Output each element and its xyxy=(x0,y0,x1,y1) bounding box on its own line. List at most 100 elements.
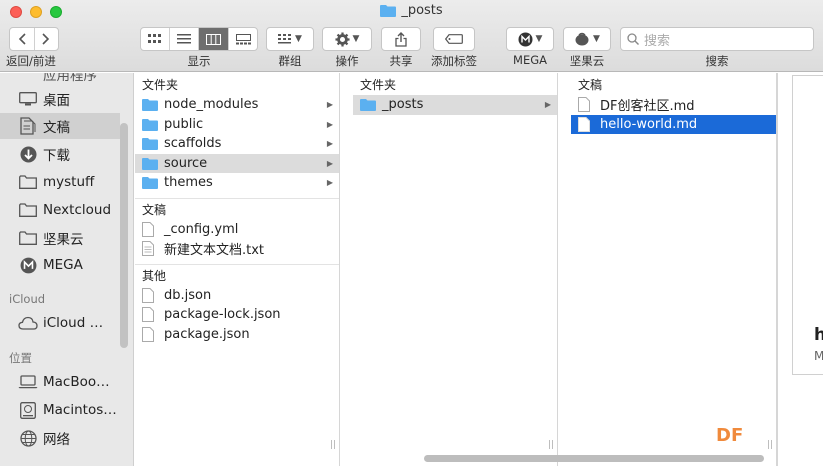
sidebar-scrollbar[interactable] xyxy=(120,123,128,348)
forward-button[interactable] xyxy=(35,28,59,50)
sidebar-item-documents[interactable]: 文稿 xyxy=(0,113,120,139)
sidebar-item-downloads[interactable]: 下载 xyxy=(0,141,120,167)
folder-row[interactable]: themes ▶ xyxy=(135,173,339,193)
documents-icon xyxy=(18,117,38,135)
file-row[interactable]: package.json xyxy=(135,325,339,345)
sidebar-item-applications[interactable]: 应用程序 xyxy=(0,73,120,87)
sidebar-item-mega[interactable]: MEGA xyxy=(0,252,120,278)
chevron-down-icon: ▼ xyxy=(295,34,302,44)
column-view-button[interactable] xyxy=(199,28,229,50)
mega-button[interactable]: ▼ xyxy=(507,28,553,50)
view-label: 显示 xyxy=(187,54,211,68)
folder-icon xyxy=(142,117,158,131)
group-dropdown[interactable]: ▼ xyxy=(266,27,314,51)
file-icon xyxy=(578,116,594,132)
nut-icon xyxy=(575,32,589,46)
chevron-right-icon: ▶ xyxy=(326,100,333,110)
chevron-right-icon: ▶ xyxy=(326,158,333,168)
file-row[interactable]: package-lock.json xyxy=(135,305,339,325)
folder-icon xyxy=(18,229,38,247)
sidebar-item-macbook[interactable]: MacBoo… xyxy=(0,369,120,395)
mega-label: MEGA xyxy=(513,53,547,67)
sidebar-item-nutstore[interactable]: 坚果云 xyxy=(0,225,120,251)
column-1-folder-head: 文件夹 xyxy=(142,77,179,92)
sidebar-item-network[interactable]: 网络 xyxy=(0,425,120,451)
horizontal-scrollbar[interactable] xyxy=(424,455,764,462)
mega-dropdown[interactable]: ▼ xyxy=(506,27,554,51)
chevron-right-icon xyxy=(42,33,50,45)
nutstore-dropdown[interactable]: ▼ xyxy=(563,27,611,51)
list-view-button[interactable] xyxy=(170,28,199,50)
file-row-selected[interactable]: hello-world.md xyxy=(571,114,776,134)
sidebar-item-macintosh-hd[interactable]: Macintos… xyxy=(0,397,120,423)
column-resize-handle[interactable]: || xyxy=(767,440,773,450)
search-label: 搜索 xyxy=(705,54,729,68)
sidebar-item-icloud-drive[interactable]: iCloud … xyxy=(0,310,120,336)
tag-icon xyxy=(445,34,463,44)
folder-row-selected[interactable]: source ▶ xyxy=(135,153,339,173)
sidebar-item-desktop[interactable]: 桌面 xyxy=(0,86,120,112)
folder-icon xyxy=(360,98,376,112)
gallery-icon xyxy=(235,33,251,44)
file-icon xyxy=(142,307,158,323)
sidebar-item-nextcloud[interactable]: Nextcloud xyxy=(0,197,120,223)
share-label: 共享 xyxy=(389,54,413,68)
df-watermark-logo: DF xyxy=(716,425,744,446)
search-placeholder: 搜索 xyxy=(644,33,671,49)
columns-icon xyxy=(206,33,221,45)
back-button[interactable] xyxy=(10,28,35,50)
text-file-icon xyxy=(142,241,158,257)
preview-file-name: h xyxy=(814,325,823,345)
folder-row[interactable]: node_modules ▶ xyxy=(135,95,339,115)
column-1: 文件夹 node_modules ▶ public ▶ scaffolds ▶ … xyxy=(135,73,340,466)
window-title-text: _posts xyxy=(401,3,443,18)
disk-icon xyxy=(18,401,38,419)
action-button[interactable]: ▼ xyxy=(323,28,371,50)
grid-icon xyxy=(148,34,161,43)
file-row[interactable]: db.json xyxy=(135,286,339,306)
nutstore-button[interactable]: ▼ xyxy=(564,28,610,50)
column-2: 文件夹 _posts ▶ || xyxy=(353,73,558,466)
sidebar-head-locations: 位置 xyxy=(9,351,32,365)
folder-icon xyxy=(18,201,38,219)
folder-row-selected[interactable]: _posts ▶ xyxy=(353,95,557,115)
desktop-icon xyxy=(18,90,38,108)
tag-group xyxy=(433,27,475,51)
add-tag-button[interactable] xyxy=(434,28,474,50)
laptop-icon xyxy=(18,373,38,391)
column-3-docs-head: 文稿 xyxy=(578,77,603,92)
gallery-view-button[interactable] xyxy=(229,28,257,50)
file-icon xyxy=(142,287,158,303)
file-row[interactable]: 新建文本文档.txt xyxy=(135,239,339,259)
file-icon xyxy=(142,221,158,237)
chevron-right-icon: ▶ xyxy=(326,139,333,149)
folder-icon xyxy=(142,176,158,190)
column-3: 文稿 DF创客社区.md hello-world.md || xyxy=(571,73,777,466)
column-resize-handle[interactable]: || xyxy=(548,440,554,450)
sidebar-item-mystuff[interactable]: mystuff xyxy=(0,169,120,195)
share-button[interactable] xyxy=(382,28,420,50)
file-row[interactable]: _config.yml xyxy=(135,220,339,240)
file-row[interactable]: DF创客社区.md xyxy=(571,95,776,115)
cloud-icon xyxy=(18,314,38,332)
folder-row[interactable]: scaffolds ▶ xyxy=(135,134,339,154)
folder-icon xyxy=(380,4,397,21)
column-resize-handle[interactable]: || xyxy=(330,440,336,450)
chevron-left-icon xyxy=(18,33,26,45)
sidebar-head-icloud: iCloud xyxy=(9,292,46,306)
folder-row[interactable]: public ▶ xyxy=(135,115,339,135)
share-icon xyxy=(395,31,407,47)
group-label: 群组 xyxy=(278,54,302,68)
file-icon xyxy=(578,97,594,113)
chevron-right-icon: ▶ xyxy=(544,100,551,110)
group-grid-icon xyxy=(278,34,292,44)
group-button[interactable]: ▼ xyxy=(267,28,313,50)
action-dropdown[interactable]: ▼ xyxy=(322,27,372,51)
search-field[interactable]: 搜索 xyxy=(620,27,814,51)
network-icon xyxy=(18,429,38,447)
icon-view-button[interactable] xyxy=(141,28,170,50)
nav-buttons xyxy=(9,27,59,51)
gear-icon xyxy=(335,31,350,47)
action-label: 操作 xyxy=(335,54,359,68)
column-2-folder-head: 文件夹 xyxy=(360,77,397,92)
